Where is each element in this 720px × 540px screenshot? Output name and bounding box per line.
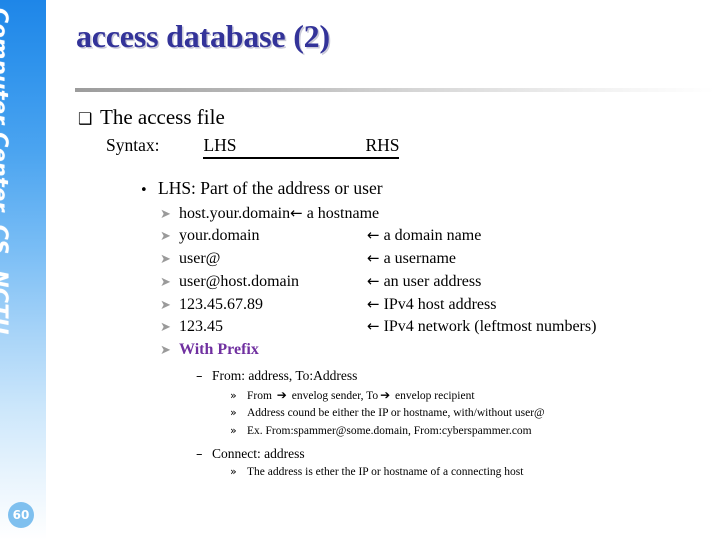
left-arrow-icon: ← — [367, 317, 380, 336]
lhs-pattern-description: a hostname — [306, 204, 380, 222]
syntax-underlined-field: LHS RHS — [203, 134, 400, 159]
lhs-example-row: ➤ your.domain ← a domain name — [160, 225, 714, 248]
prefix-detail-groups: – From: address, To:Address» From ➔ envelo… — [78, 366, 714, 481]
lhs-pattern-description: IPv4 host address — [383, 295, 497, 313]
prefix-group: – Connect: address» The address is ether t… — [78, 444, 714, 481]
prefix-group-title: From: address, To:Address — [212, 367, 358, 383]
prefix-detail-row: » The address is ether the IP or hostname… — [230, 464, 714, 481]
left-arrow-icon: ← — [367, 294, 380, 313]
lhs-pattern-description: a domain name — [383, 227, 482, 245]
arrow-bullet-icon: ➤ — [160, 229, 171, 245]
prefix-group-title: Connect: address — [212, 445, 305, 461]
arrow-bullet-icon: ➤ — [160, 343, 171, 359]
guillemet-bullet-icon: » — [230, 465, 237, 479]
left-arrow-icon: ← — [367, 271, 380, 290]
prefix-detail-text: From ➔ envelog sender, To ➔ envelop recip… — [247, 386, 475, 405]
lhs-example-content: With Prefix — [179, 339, 259, 362]
guillemet-bullet-icon: » — [230, 389, 237, 403]
lhs-example-row: ➤ 123.45.67.89 ← IPv4 host address — [160, 294, 714, 317]
lhs-example-row: ➤ 123.45 ← IPv4 network (leftmost numbers) — [160, 316, 714, 339]
lhs-example-row: ➤ user@host.domain ← an user address — [160, 271, 714, 294]
syntax-lhs-token: LHS — [203, 134, 237, 155]
prefix-group-items: » From ➔ envelog sender, To ➔ envelop reci… — [78, 386, 714, 440]
left-arrow-icon: ← — [367, 226, 380, 245]
page-number-badge: 60 — [8, 502, 34, 528]
sidebar-vertical-label: Computer Center, CS, NCTU — [0, 8, 13, 335]
lhs-example-row: ➤ With Prefix — [160, 339, 714, 362]
prefix-group-items: » The address is ether the IP or hostname… — [78, 464, 714, 481]
hollow-square-bullet-icon: ❑ — [78, 109, 93, 128]
prefix-detail-text: The address is ether the IP or hostname … — [247, 464, 523, 481]
text-fragment: From — [247, 390, 275, 403]
syntax-label: Syntax: — [106, 134, 160, 155]
lhs-pattern-term: host.your.domain — [179, 204, 291, 222]
prefix-detail-text: Ex. From:spammer@some.domain, From:cyber… — [247, 423, 532, 440]
prefix-detail-row: » Ex. From:spammer@some.domain, From:cybe… — [230, 423, 714, 440]
left-arrow-icon: ← — [290, 203, 303, 222]
arrow-bullet-icon: ➤ — [160, 274, 171, 290]
right-arrow-icon: ➔ — [380, 388, 391, 403]
lhs-pattern-term: user@host.domain — [179, 272, 300, 290]
arrow-bullet-icon: ➤ — [160, 252, 171, 268]
arrow-bullet-icon: ➤ — [160, 206, 171, 222]
heading-text: The access file — [100, 105, 225, 129]
lhs-pattern-term: user@ — [179, 250, 221, 268]
lhs-example-content: 123.45 ← IPv4 network (leftmost numbers) — [179, 316, 596, 339]
sidebar-branding-strip: Computer Center, CS, NCTU 60 — [0, 0, 46, 540]
slide-title: access database (2) — [76, 18, 330, 54]
lhs-pattern-description: an user address — [383, 272, 482, 290]
lhs-pattern-term: 123.45 — [179, 318, 223, 336]
bullet-the-access-file: ❑ The access file — [78, 104, 714, 131]
lhs-example-content: your.domain ← a domain name — [179, 225, 481, 248]
guillemet-bullet-icon: » — [230, 423, 237, 437]
round-bullet-icon: • — [140, 182, 148, 198]
prefix-group-heading: – From: address, To:Address — [196, 366, 714, 386]
lhs-pattern-description: IPv4 network (leftmost numbers) — [383, 318, 597, 336]
bullet-lhs-definition: • LHS: Part of the address or user — [140, 177, 714, 200]
right-arrow-icon: ➔ — [276, 388, 287, 403]
lhs-example-row: ➤ user@ ← a username — [160, 248, 714, 271]
prefix-group: – From: address, To:Address » From ➔ envelo… — [78, 366, 714, 440]
prefix-detail-text: Address cound be either the IP or hostna… — [247, 405, 545, 422]
prefix-group-heading: – Connect: address — [196, 444, 714, 464]
arrow-bullet-icon: ➤ — [160, 320, 171, 336]
lhs-example-content: user@ ← a username — [179, 248, 456, 271]
lhs-example-row: ➤ host.your.domain ← a hostname — [160, 203, 714, 226]
dash-bullet-icon: – — [196, 446, 203, 462]
syntax-line: Syntax: LHS RHS — [106, 135, 714, 159]
lhs-example-content: 123.45.67.89 ← IPv4 host address — [179, 294, 496, 317]
dash-bullet-icon: – — [196, 368, 203, 384]
lhs-pattern-term: 123.45.67.89 — [179, 295, 263, 313]
slide-canvas: Computer Center, CS, NCTU 60 access data… — [0, 0, 720, 540]
lhs-pattern-term: With Prefix — [179, 341, 259, 359]
text-fragment: Ex. From:spammer@some.domain, From:cyber… — [247, 424, 532, 437]
title-divider-rule — [75, 88, 715, 92]
lhs-definition-text: LHS: Part of the address or user — [158, 177, 383, 198]
text-fragment: Address cound be either the IP or hostna… — [247, 407, 545, 420]
syntax-rhs-token: RHS — [365, 134, 400, 155]
lhs-example-list: ➤ host.your.domain ← a hostname ➤ your.domain… — [78, 203, 714, 362]
text-fragment: envelog sender, To — [288, 390, 379, 403]
guillemet-bullet-icon: » — [230, 406, 237, 420]
lhs-example-content: host.your.domain ← a hostname — [179, 203, 379, 226]
slide-body: ❑ The access file Syntax: LHS RHS • LHS:… — [78, 104, 714, 481]
lhs-example-content: user@host.domain ← an user address — [179, 271, 481, 294]
left-arrow-icon: ← — [367, 249, 380, 268]
prefix-detail-row: » Address cound be either the IP or hostn… — [230, 405, 714, 422]
arrow-bullet-icon: ➤ — [160, 297, 171, 313]
lhs-pattern-description: a username — [383, 250, 456, 268]
text-fragment: envelop recipient — [392, 390, 475, 403]
text-fragment: The address is ether the IP or hostname … — [247, 466, 524, 479]
prefix-detail-row: » From ➔ envelog sender, To ➔ envelop reci… — [230, 386, 714, 405]
lhs-pattern-term: your.domain — [179, 227, 260, 245]
